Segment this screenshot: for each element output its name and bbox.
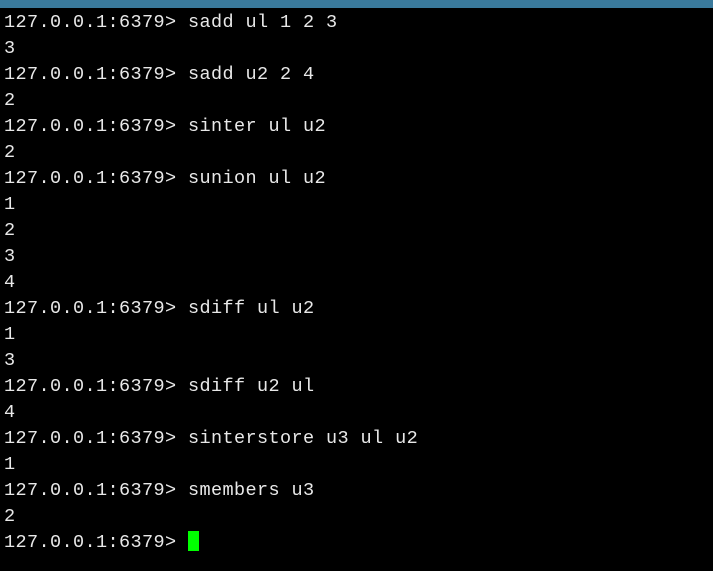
prompt: 127.0.0.1:6379> (4, 168, 177, 189)
prompt: 127.0.0.1:6379> (4, 298, 177, 319)
output-text: 3 (4, 350, 16, 371)
output-text: 2 (4, 220, 16, 241)
output-text: 3 (4, 246, 16, 267)
output-line: 2 (4, 218, 709, 244)
output-line: 4 (4, 270, 709, 296)
command-line: 127.0.0.1:6379> sdiff ul u2 (4, 296, 709, 322)
prompt: 127.0.0.1:6379> (4, 480, 177, 501)
output-line: 3 (4, 348, 709, 374)
command-line: 127.0.0.1:6379> sinter ul u2 (4, 114, 709, 140)
terminal[interactable]: 127.0.0.1:6379> sadd ul 1 2 33127.0.0.1:… (0, 8, 713, 558)
command-text: sinter ul u2 (177, 116, 327, 137)
prompt: 127.0.0.1:6379> (4, 376, 177, 397)
prompt: 127.0.0.1:6379> (4, 428, 177, 449)
output-line: 4 (4, 400, 709, 426)
output-line: 1 (4, 452, 709, 478)
command-line: 127.0.0.1:6379> sinterstore u3 ul u2 (4, 426, 709, 452)
output-line: 1 (4, 322, 709, 348)
command-text: sadd ul 1 2 3 (177, 12, 338, 33)
command-text: sinterstore u3 ul u2 (177, 428, 419, 449)
prompt: 127.0.0.1:6379> (4, 64, 177, 85)
output-text: 3 (4, 38, 16, 59)
output-line: 3 (4, 36, 709, 62)
output-line: 2 (4, 504, 709, 530)
output-text: 1 (4, 454, 16, 475)
prompt: 127.0.0.1:6379> (4, 12, 177, 33)
command-line: 127.0.0.1:6379> sadd ul 1 2 3 (4, 10, 709, 36)
output-line: 1 (4, 192, 709, 218)
cursor-icon (188, 531, 199, 551)
command-text: sadd u2 2 4 (177, 64, 315, 85)
command-text: sunion ul u2 (177, 168, 327, 189)
output-text: 2 (4, 506, 16, 527)
output-text: 1 (4, 194, 16, 215)
output-text: 2 (4, 90, 16, 111)
output-text: 4 (4, 272, 16, 293)
command-text: sdiff u2 ul (177, 376, 315, 397)
output-line: 2 (4, 140, 709, 166)
prompt: 127.0.0.1:6379> (4, 532, 177, 553)
command-line: 127.0.0.1:6379> smembers u3 (4, 478, 709, 504)
command-line: 127.0.0.1:6379> sadd u2 2 4 (4, 62, 709, 88)
output-text: 4 (4, 402, 16, 423)
command-input-line[interactable]: 127.0.0.1:6379> (4, 530, 709, 556)
command-text: sdiff ul u2 (177, 298, 315, 319)
command-text: smembers u3 (177, 480, 315, 501)
output-line: 3 (4, 244, 709, 270)
output-line: 2 (4, 88, 709, 114)
output-text: 1 (4, 324, 16, 345)
prompt: 127.0.0.1:6379> (4, 116, 177, 137)
command-line: 127.0.0.1:6379> sunion ul u2 (4, 166, 709, 192)
command-line: 127.0.0.1:6379> sdiff u2 ul (4, 374, 709, 400)
output-text: 2 (4, 142, 16, 163)
